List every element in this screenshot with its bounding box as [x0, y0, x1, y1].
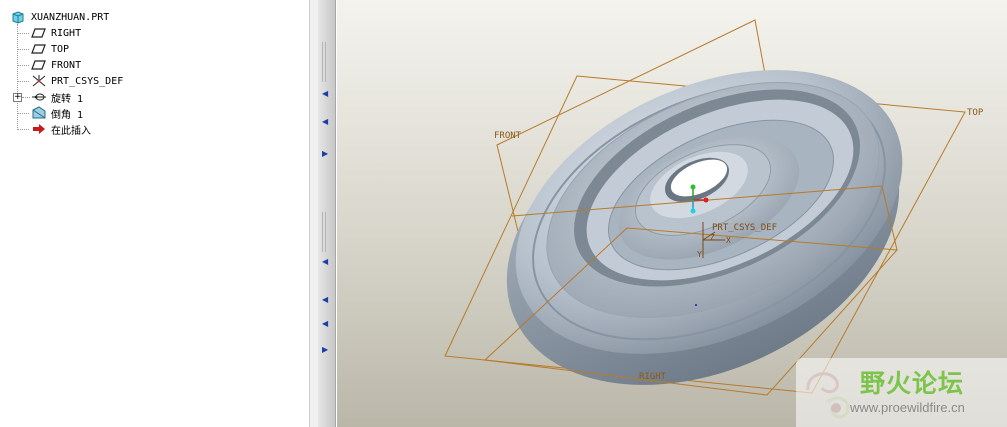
- tree-item-label: TOP: [51, 43, 70, 55]
- tree-item-chamfer[interactable]: 倒角 1: [31, 105, 83, 121]
- tree-item-label: 倒角 1: [51, 109, 84, 121]
- part-icon: [11, 10, 27, 24]
- datum-label-top[interactable]: TOP: [967, 108, 983, 118]
- tree-item-label: PRT_CSYS_DEF: [51, 75, 124, 87]
- tree-item-label: 旋转 1: [51, 93, 84, 105]
- tree-guide-line: [17, 113, 29, 114]
- tree-item-csys[interactable]: PRT_CSYS_DEF: [31, 73, 123, 89]
- csys-label[interactable]: PRT_CSYS_DEF: [712, 223, 777, 233]
- collapse-left-arrow-icon[interactable]: ◀: [322, 296, 330, 304]
- datum-label-front[interactable]: FRONT: [494, 131, 521, 141]
- tree-item-front[interactable]: FRONT: [31, 57, 81, 73]
- tree-item-top[interactable]: TOP: [31, 41, 69, 57]
- insert-here-arrow-icon: [31, 122, 47, 136]
- tree-item-right[interactable]: RIGHT: [31, 25, 81, 41]
- collapse-left-arrow-icon[interactable]: ◀: [322, 258, 330, 266]
- tree-guide-line: [22, 97, 30, 98]
- tree-item-label: FRONT: [51, 59, 82, 71]
- tree-guide-line: [17, 65, 29, 66]
- tree-item-label: 在此插入: [51, 125, 91, 137]
- datum-plane-icon: [31, 26, 47, 40]
- axis-label-x: X: [726, 236, 731, 245]
- axis-label-z: Z: [710, 233, 715, 242]
- datum-label-right[interactable]: RIGHT: [639, 372, 666, 382]
- chamfer-feature-icon: [31, 106, 47, 120]
- tree-guide-line: [17, 33, 29, 34]
- watermark-title: 野火论坛: [860, 369, 965, 398]
- tree-guide-line: [17, 129, 29, 130]
- tree-item-label: RIGHT: [51, 27, 82, 39]
- revolve-feature-icon: [31, 90, 47, 104]
- datum-plane-icon: [31, 58, 47, 72]
- wildfire-logo-icon: [806, 372, 850, 419]
- forum-watermark: 野火论坛 www.proewildfire.cn: [796, 358, 1007, 427]
- model-tree-panel: XUANZHUAN.PRT RIGHT TOP FRONT PRT_CSYS_D…: [0, 0, 318, 427]
- tree-root-label: XUANZHUAN.PRT: [31, 11, 110, 23]
- collapse-left-arrow-icon[interactable]: ◀: [322, 320, 330, 328]
- expand-right-arrow-icon[interactable]: ▶: [322, 150, 330, 158]
- collapse-left-arrow-icon[interactable]: ◀: [322, 118, 330, 126]
- splitter-grip[interactable]: [322, 212, 326, 252]
- tree-guide-line: [17, 49, 29, 50]
- tree-vertical-scrollbar[interactable]: [309, 0, 318, 427]
- splitter-grip[interactable]: [322, 42, 326, 82]
- watermark-url: www.proewildfire.cn: [850, 400, 965, 415]
- coordinate-system-icon: [31, 74, 47, 88]
- tree-guide-line: [17, 81, 29, 82]
- expand-right-arrow-icon[interactable]: ▶: [322, 346, 330, 354]
- axis-label-y: Y: [697, 250, 702, 259]
- tree-item-revolve[interactable]: 旋转 1: [31, 89, 83, 105]
- tree-item-insert-here[interactable]: 在此插入: [31, 121, 91, 137]
- expand-toggle-plus-icon[interactable]: +: [13, 93, 22, 102]
- collapse-left-arrow-icon[interactable]: ◀: [322, 90, 330, 98]
- center-point-marker: [695, 304, 697, 306]
- tree-root-part[interactable]: XUANZHUAN.PRT: [11, 9, 109, 25]
- panel-splitter[interactable]: ◀ ◀ ▶ ◀ ◀ ◀ ▶: [318, 0, 336, 427]
- datum-plane-icon: [31, 42, 47, 56]
